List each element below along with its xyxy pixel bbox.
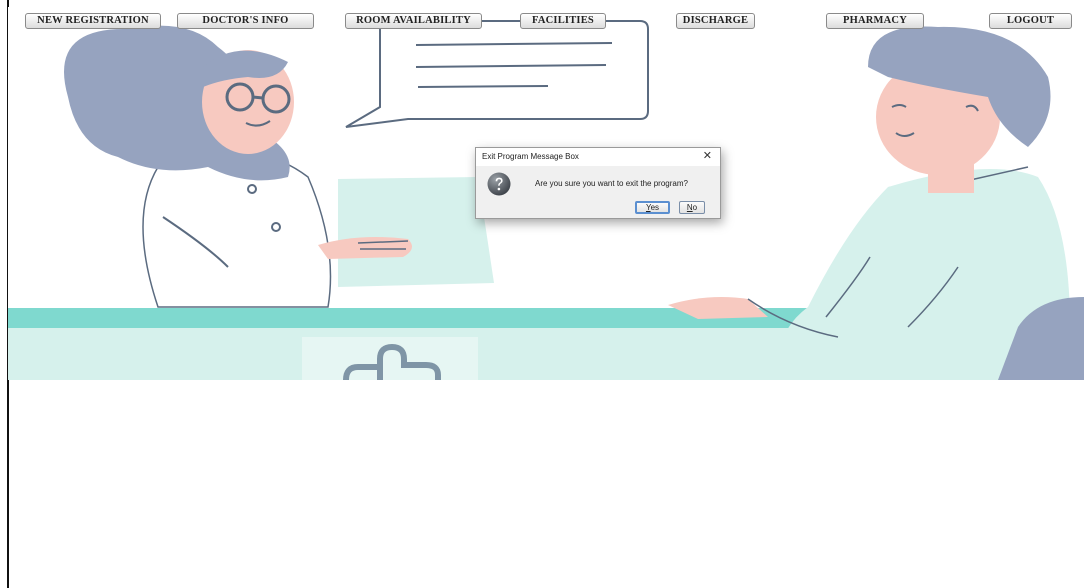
logout-button[interactable]: LOGOUT: [989, 13, 1072, 29]
yes-label-rest: es: [650, 203, 660, 212]
yes-button[interactable]: Yes: [635, 201, 670, 214]
new-registration-button[interactable]: NEW REGISTRATION: [25, 13, 161, 29]
exit-confirmation-dialog: Exit Program Message Box ✕ Are you sure …: [475, 147, 721, 219]
question-icon: [487, 172, 511, 196]
room-availability-button[interactable]: ROOM AVAILABILITY: [345, 13, 482, 29]
dialog-titlebar[interactable]: Exit Program Message Box ✕: [476, 148, 720, 166]
dialog-title: Exit Program Message Box: [482, 152, 579, 161]
no-button[interactable]: No: [679, 201, 705, 214]
no-label-rest: o: [692, 203, 698, 212]
close-icon[interactable]: ✕: [703, 150, 712, 162]
top-navigation-bar: NEW REGISTRATION DOCTOR'S INFO ROOM AVAI…: [8, 0, 1084, 36]
facilities-button[interactable]: FACILITIES: [520, 13, 606, 29]
pharmacy-button[interactable]: PHARMACY: [826, 13, 924, 29]
dialog-message: Are you sure you want to exit the progra…: [535, 179, 688, 188]
doctors-info-button[interactable]: DOCTOR'S INFO: [177, 13, 314, 29]
discharge-button[interactable]: DISCHARGE: [676, 13, 755, 29]
